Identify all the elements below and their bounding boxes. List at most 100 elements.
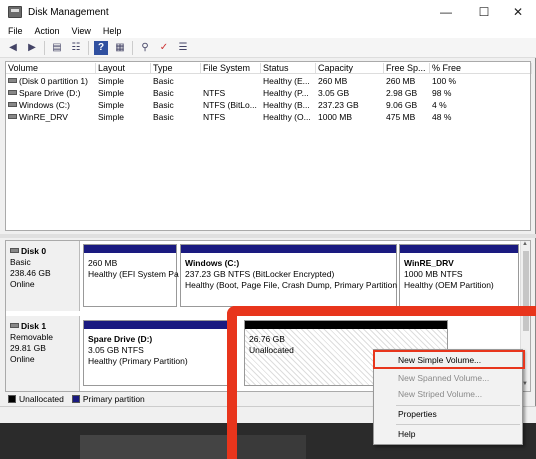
disk-icon xyxy=(10,248,19,253)
volume-cell: 3.05 GB xyxy=(318,88,350,98)
drive-icon xyxy=(8,114,17,119)
partition-name: WinRE_DRV xyxy=(404,258,454,268)
scroll-up-arrow-icon[interactable]: ▲ xyxy=(522,241,528,247)
volume-cell: 1000 MB xyxy=(318,112,353,122)
volume-cell: Basic xyxy=(153,112,174,122)
menu-item-new-spanned-volume[interactable]: New Spanned Volume... xyxy=(374,371,522,386)
toolbar-separator xyxy=(132,40,133,55)
drive-icon xyxy=(8,90,17,95)
volume-cell: Simple xyxy=(98,76,124,86)
partition-efi[interactable]: 260 MB Healthy (EFI System Pa xyxy=(83,244,179,307)
volume-name: (Disk 0 partition 1) xyxy=(19,76,88,86)
volume-row[interactable]: Spare Drive (D:) Simple Basic NTFS Healthy (… xyxy=(6,87,530,99)
menu-bar: File Action View Help xyxy=(0,24,536,38)
partition-size: 260 MB xyxy=(88,258,118,268)
disk-name: Disk 1 xyxy=(10,321,79,332)
volume-cell: NTFS (BitLo... xyxy=(203,100,257,110)
menu-item-properties[interactable]: Properties xyxy=(374,407,522,422)
forward-arrow-icon[interactable]: ▶ xyxy=(25,41,39,55)
properties-icon[interactable]: ▦ xyxy=(113,41,127,55)
legend-unallocated: Unallocated xyxy=(19,393,64,404)
partition-bar xyxy=(181,245,396,253)
help-icon[interactable]: ? xyxy=(94,40,108,55)
volume-cell: Basic xyxy=(153,100,174,110)
partition-status: Healthy (EFI System Pa xyxy=(88,269,179,279)
volume-cell: 237.23 GB xyxy=(318,100,359,110)
minimize-button[interactable]: — xyxy=(428,0,464,24)
volume-cell: 4 % xyxy=(432,100,447,110)
column-percent-free[interactable]: % Free xyxy=(430,63,532,74)
list-view-icon[interactable]: ☷ xyxy=(69,41,83,55)
volume-cell: 260 MB xyxy=(386,76,416,86)
volume-cell: Windows (C:) xyxy=(8,100,96,110)
volume-cell: Simple xyxy=(98,112,124,122)
column-status[interactable]: Status xyxy=(261,63,316,74)
check-icon[interactable]: ✓ xyxy=(157,41,171,55)
volume-row[interactable]: WinRE_DRV Simple Basic NTFS Healthy (O... 100… xyxy=(6,111,530,123)
title-bar: Disk Management — ☐ ✕ xyxy=(0,0,536,24)
disk-type: Removable xyxy=(10,332,53,342)
partition-spare-drive-d[interactable]: Spare Drive (D:) 3.05 GB NTFS Healthy (P… xyxy=(83,320,233,386)
partition-status: Healthy (OEM Partition) xyxy=(404,280,494,290)
console-tree-icon[interactable]: ▤ xyxy=(50,41,64,55)
menu-help[interactable]: Help xyxy=(103,26,122,36)
column-type[interactable]: Type xyxy=(151,63,201,74)
drive-icon xyxy=(8,102,17,107)
menu-file[interactable]: File xyxy=(8,26,23,36)
partition-size: 1000 MB NTFS xyxy=(404,269,463,279)
disk-management-app-icon xyxy=(8,6,22,18)
volume-name: Windows (C:) xyxy=(19,100,71,110)
column-file-system[interactable]: File System xyxy=(201,63,261,74)
disk-icon xyxy=(10,323,19,328)
volume-cell: Basic xyxy=(153,76,174,86)
settings-list-icon[interactable]: ☰ xyxy=(176,41,190,55)
legend-swatch-unallocated xyxy=(8,394,16,403)
volume-list-header: Volume Layout Type File System Status Ca… xyxy=(6,62,532,74)
menu-item-new-striped-volume[interactable]: New Striped Volume... xyxy=(374,387,522,402)
volume-row[interactable]: (Disk 0 partition 1) Simple Basic Healthy (… xyxy=(6,75,530,87)
volume-cell: (Disk 0 partition 1) xyxy=(8,76,96,86)
menu-item-help[interactable]: Help xyxy=(374,427,522,442)
volume-cell: Simple xyxy=(98,100,124,110)
toolbar-separator xyxy=(88,40,89,55)
menu-action[interactable]: Action xyxy=(35,26,60,36)
disk-state: Online xyxy=(10,279,35,289)
volume-cell: Healthy (P... xyxy=(263,88,309,98)
column-layout[interactable]: Layout xyxy=(96,63,151,74)
menu-view[interactable]: View xyxy=(72,26,91,36)
partition-winre[interactable]: WinRE_DRV 1000 MB NTFS Healthy (OEM Part… xyxy=(399,244,519,307)
column-volume[interactable]: Volume xyxy=(6,63,96,74)
column-capacity[interactable]: Capacity xyxy=(316,63,384,74)
connect-icon[interactable]: ⚲ xyxy=(138,41,152,55)
volume-cell: WinRE_DRV xyxy=(8,112,96,122)
legend-swatch-primary xyxy=(71,394,80,403)
volume-cell: NTFS xyxy=(203,112,226,122)
column-free-space[interactable]: Free Sp... xyxy=(384,63,430,74)
partition-bar xyxy=(84,321,232,329)
disk-1-label[interactable]: Disk 1 Removable 29.81 GB Online xyxy=(6,316,80,391)
legend-primary: Primary partition xyxy=(82,393,145,404)
volume-name: WinRE_DRV xyxy=(19,112,68,122)
close-button[interactable]: ✕ xyxy=(500,0,536,24)
pane-splitter[interactable] xyxy=(0,234,536,238)
volume-row[interactable]: Windows (C:) Simple Basic NTFS (BitLo... Hea… xyxy=(6,99,530,111)
volume-cell: 48 % xyxy=(432,112,452,122)
partition-bar xyxy=(400,245,518,253)
highlight-new-simple-volume xyxy=(373,350,525,369)
toolbar-separator xyxy=(44,40,45,55)
volume-list: Volume Layout Type File System Status Ca… xyxy=(5,61,532,231)
partition-windows-c[interactable]: Windows (C:) 237.23 GB NTFS (BitLocker E… xyxy=(180,244,397,307)
back-arrow-icon[interactable]: ◀ xyxy=(6,41,20,55)
volume-cell: Healthy (E... xyxy=(263,76,310,86)
volume-cell: Spare Drive (D:) xyxy=(8,88,96,98)
maximize-button[interactable]: ☐ xyxy=(466,0,502,24)
disk-0-label[interactable]: Disk 0 Basic 238.46 GB Online xyxy=(6,241,80,311)
partition-name: Spare Drive (D:) xyxy=(88,334,153,344)
volume-cell: Basic xyxy=(153,88,174,98)
disk-size: 29.81 GB xyxy=(10,343,46,353)
taskbar-item[interactable] xyxy=(80,435,230,459)
volume-cell: NTFS xyxy=(203,88,226,98)
toolbar: ◀ ▶ ▤ ☷ ? ▦ ⚲ ✓ ☰ xyxy=(0,38,536,58)
volume-cell: 98 % xyxy=(432,88,452,98)
disk-size: 238.46 GB xyxy=(10,268,51,278)
